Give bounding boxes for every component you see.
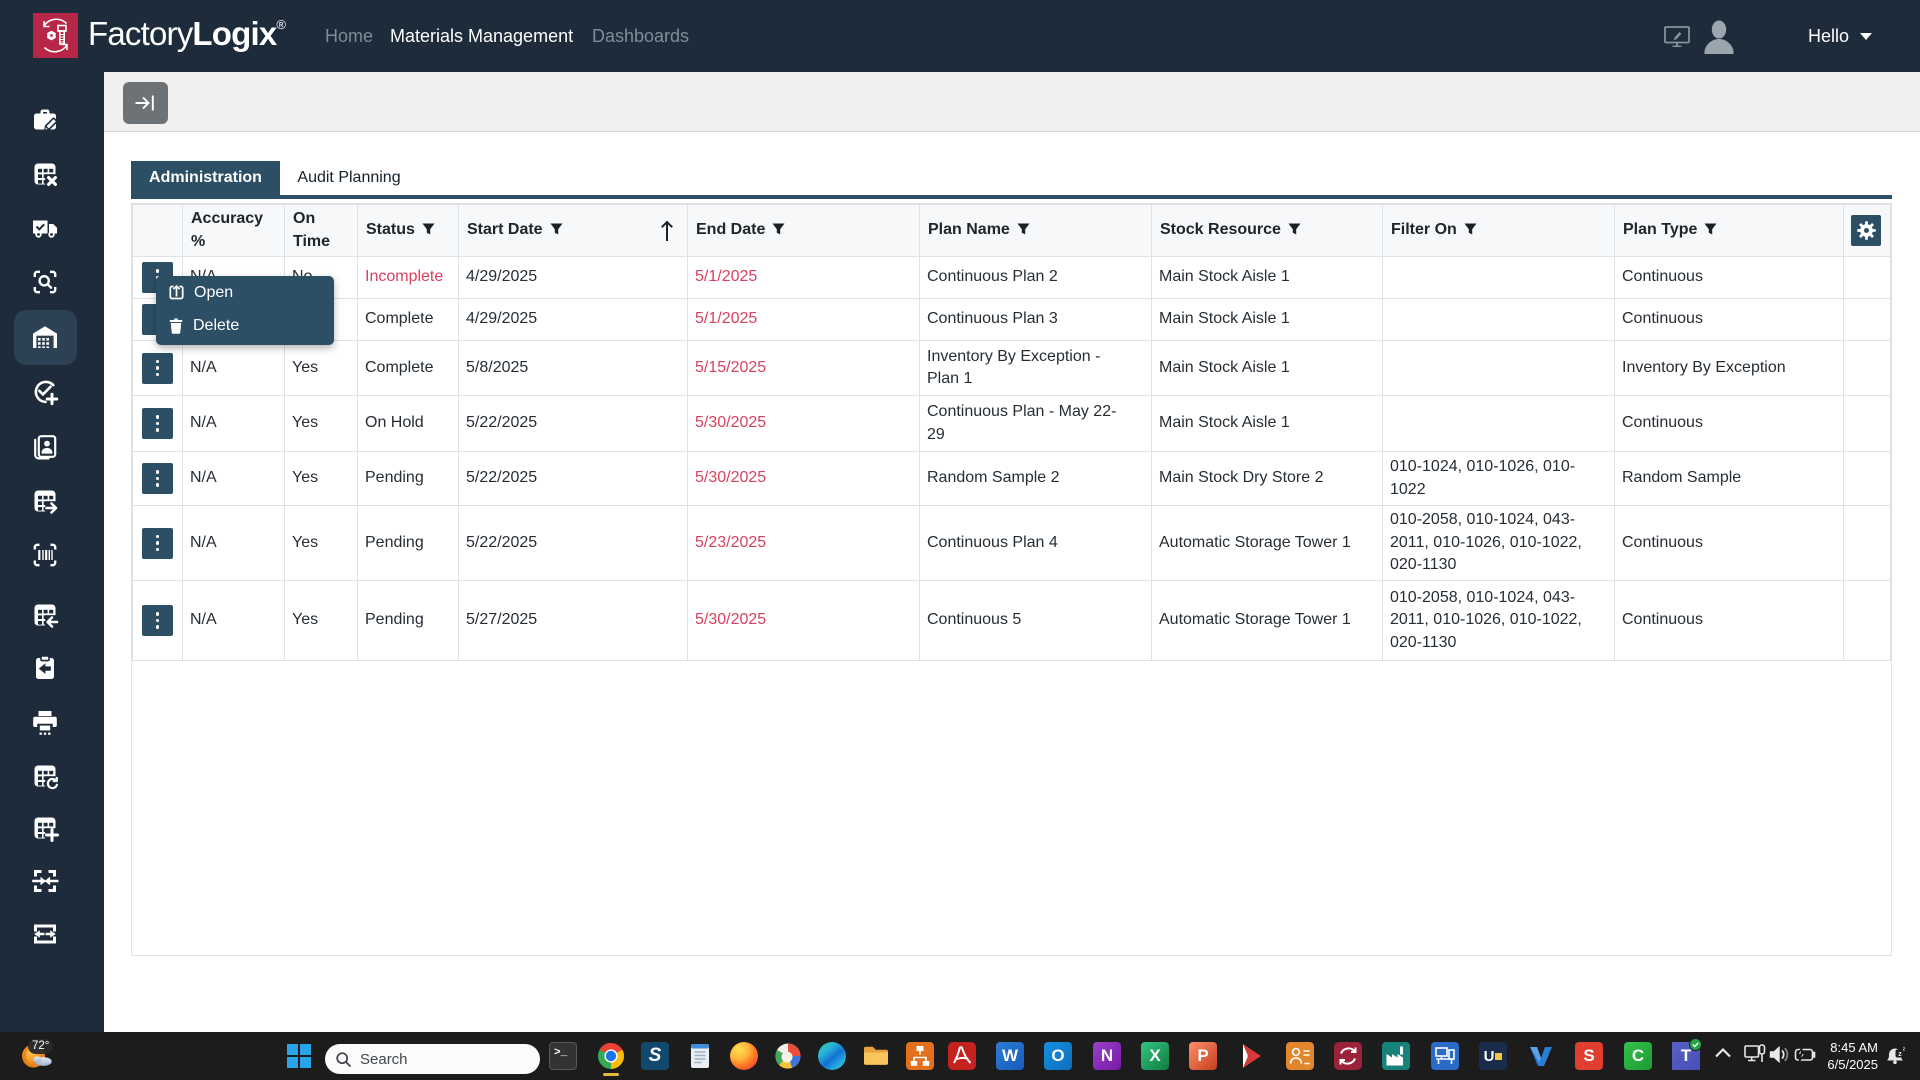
svg-text:z: z [1903, 1047, 1906, 1053]
svg-text:z: z [1898, 1051, 1902, 1058]
